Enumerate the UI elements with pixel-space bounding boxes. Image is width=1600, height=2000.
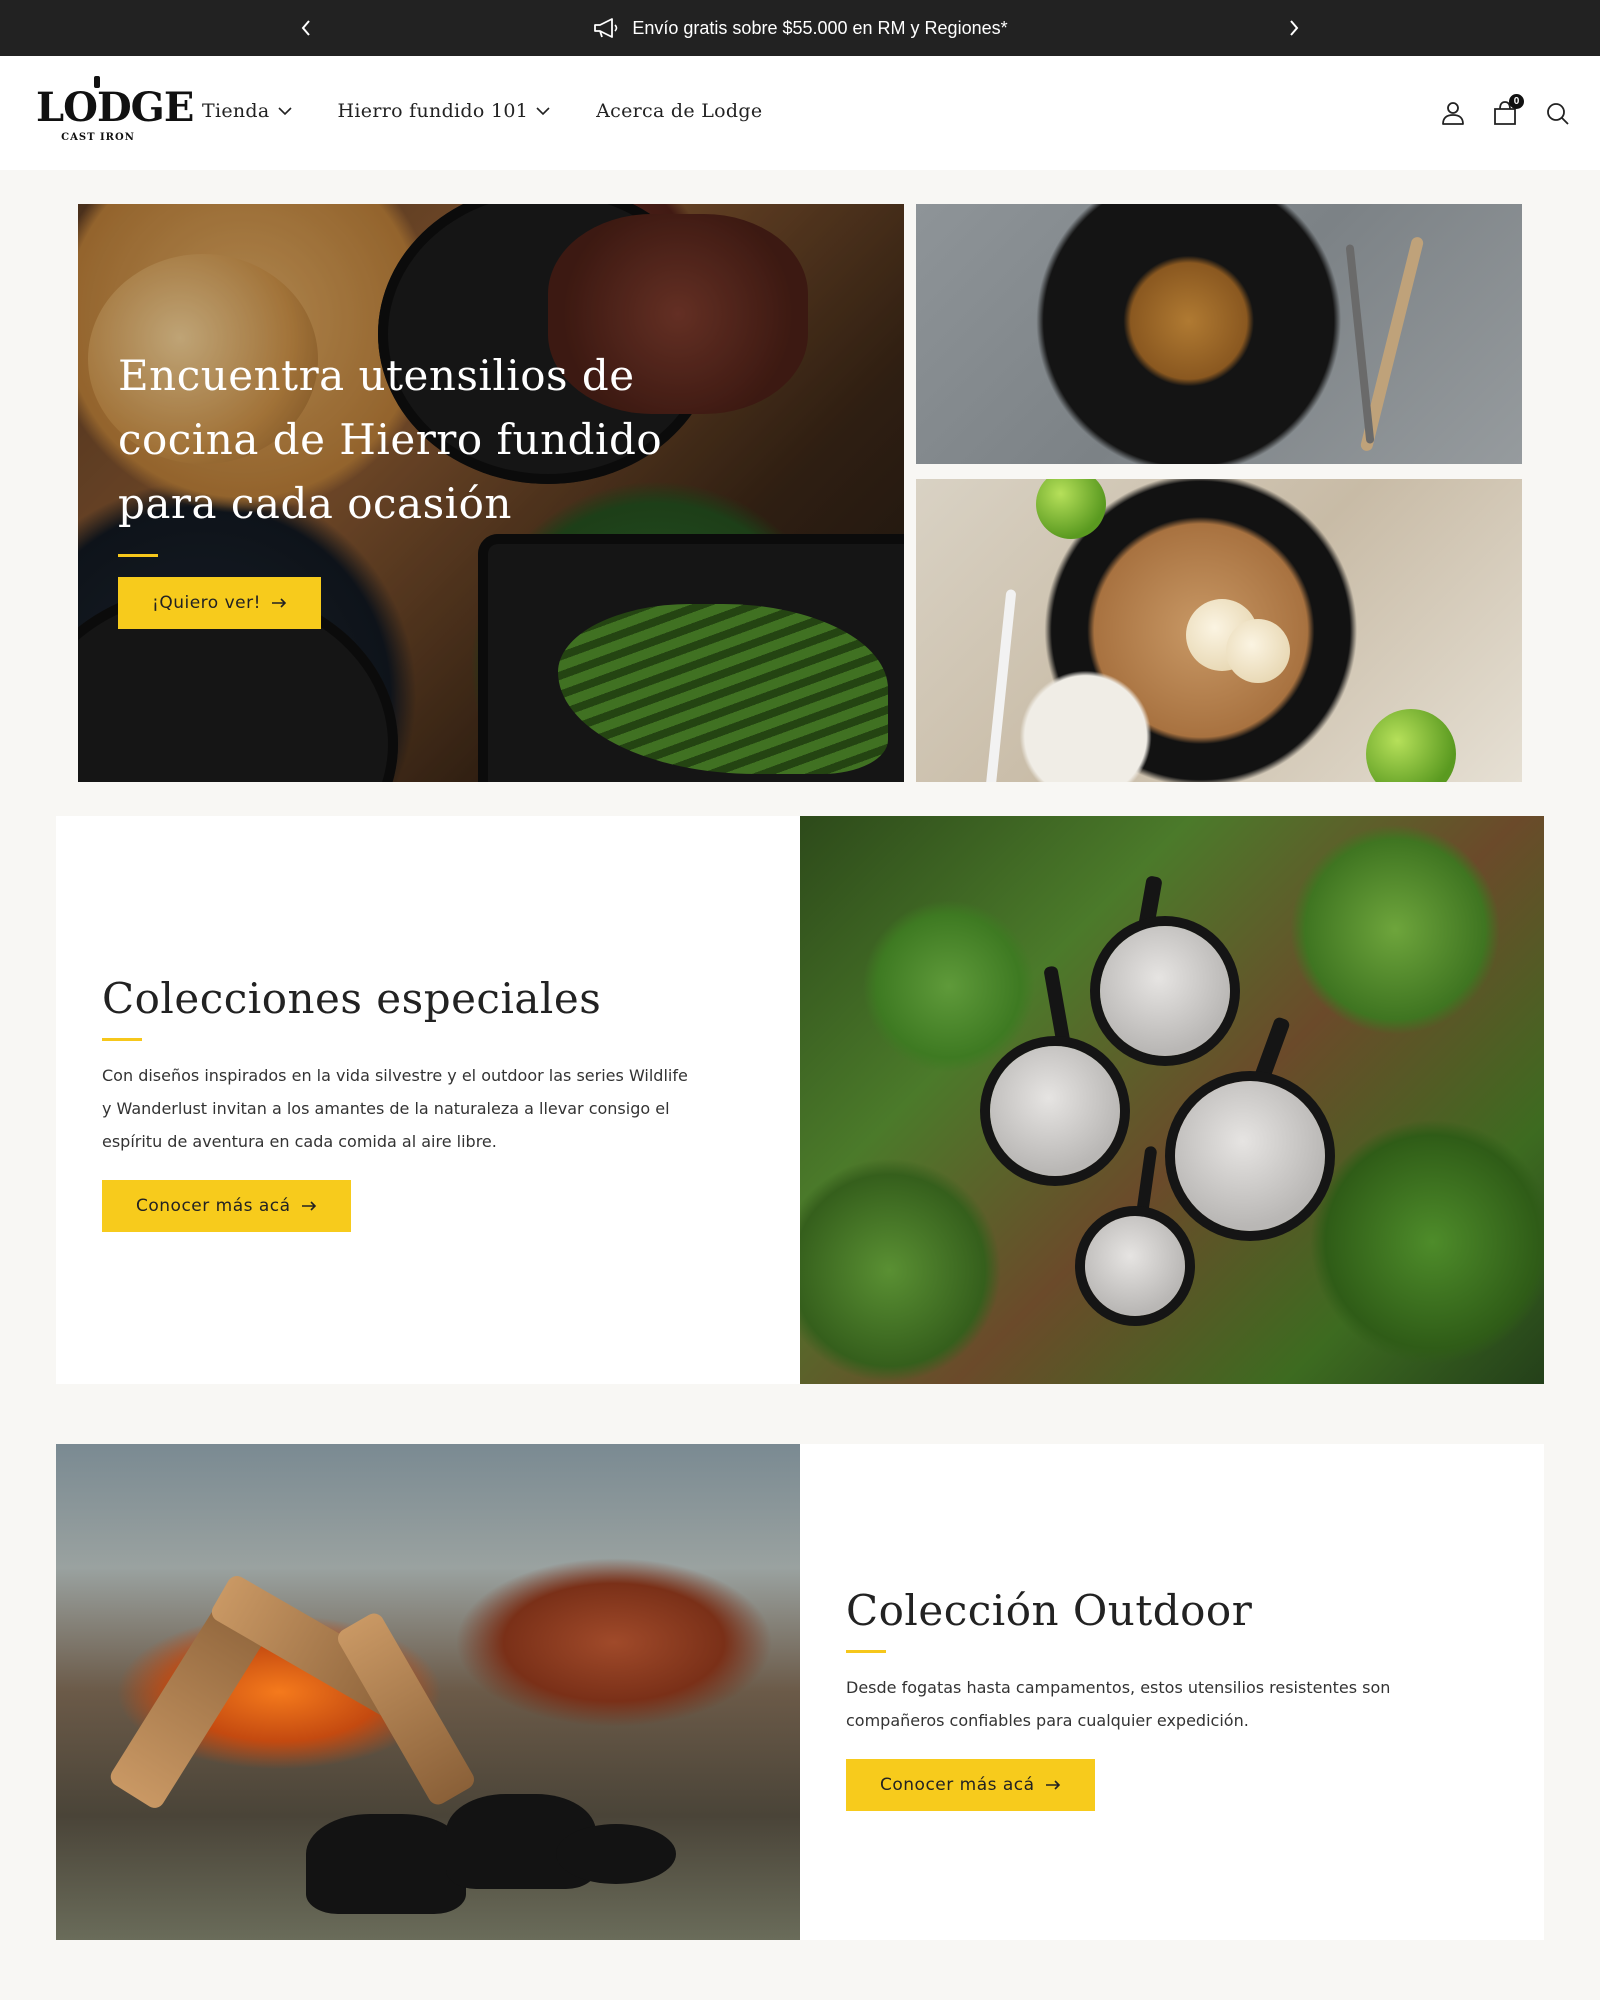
button-label: Conocer más acá — [880, 1775, 1035, 1795]
hero-image-chicken — [916, 204, 1522, 464]
green-apple-image — [1036, 479, 1106, 539]
announcement-next-button[interactable] — [1280, 14, 1308, 42]
chevron-right-icon — [1290, 20, 1299, 36]
special-collections-image — [800, 816, 1544, 1384]
nav-item-label: Tienda — [202, 100, 270, 122]
hero-content: Encuentra utensilios de cocina de Hierro… — [118, 344, 678, 629]
nav-item-hierro-fundido[interactable]: Hierro fundido 101 — [338, 100, 551, 122]
etched-skillet-mountains — [1175, 1081, 1325, 1231]
fork-image — [1345, 244, 1375, 444]
outdoor-collection-content: Colección Outdoor Desde fogatas hasta ca… — [846, 1584, 1446, 1811]
asparagus-image — [558, 604, 888, 774]
skillet-handle-image — [1043, 965, 1071, 1047]
user-icon — [1442, 102, 1464, 125]
nav-item-label: Hierro fundido 101 — [337, 100, 529, 122]
section-description: Desde fogatas hasta campamentos, estos u… — [846, 1678, 1391, 1730]
main-nav: Tienda Hierro fundido 101 Acerca de Lodg… — [202, 100, 808, 122]
button-label: ¡Quiero ver! — [152, 593, 261, 613]
section-description: Con diseños inspirados en la vida silves… — [102, 1066, 688, 1151]
hero-image-main: Encuentra utensilios de cocina de Hierro… — [78, 204, 904, 782]
button-label: Conocer más acá — [136, 1196, 291, 1216]
logo-wordmark: LODGE — [36, 84, 194, 131]
cart-button[interactable]: 0 — [1492, 94, 1524, 126]
special-collections-section: Colecciones especiales Con diseños inspi… — [56, 816, 800, 1384]
outdoor-collection-cta-button[interactable]: Conocer más acá — [846, 1759, 1095, 1811]
cart-count-badge: 0 — [1509, 94, 1524, 109]
announcement-message: Envío gratis sobre $55.000 en RM y Regio… — [592, 16, 1008, 40]
chevron-down-icon — [536, 107, 550, 116]
announcement-prev-button[interactable] — [292, 14, 320, 42]
skillet-handle-image — [1134, 1145, 1158, 1227]
arrow-right-icon — [271, 598, 287, 608]
outdoor-collection-section: Colección Outdoor Desde fogatas hasta ca… — [800, 1444, 1544, 1940]
ice-cream-scoop-image — [1226, 619, 1290, 683]
green-apple-image — [1366, 709, 1456, 782]
chevron-left-icon — [301, 20, 310, 36]
search-button[interactable] — [1544, 100, 1570, 126]
nav-item-tienda[interactable]: Tienda — [202, 100, 292, 122]
spoon-image — [985, 589, 1017, 782]
etched-skillet-camper — [1100, 926, 1230, 1056]
chevron-down-icon — [277, 107, 292, 116]
accent-divider — [118, 554, 158, 557]
section-title: Colección Outdoor — [846, 1586, 1253, 1635]
announcement-text: Envío gratis sobre $55.000 en RM y Regio… — [632, 17, 1008, 38]
announcement-bar: Envío gratis sobre $55.000 en RM y Regio… — [0, 0, 1600, 56]
search-icon — [1547, 103, 1569, 125]
hero-title: Encuentra utensilios de cocina de Hierro… — [118, 351, 663, 528]
outdoor-collection-image — [56, 1444, 800, 1940]
dutch-oven-image — [306, 1814, 466, 1914]
hero-cta-button[interactable]: ¡Quiero ver! — [118, 577, 321, 629]
special-collections-cta-button[interactable]: Conocer más acá — [102, 1180, 351, 1232]
account-button[interactable] — [1440, 100, 1466, 126]
nav-item-label: Acerca de Lodge — [596, 100, 763, 122]
etched-skillet-cabin — [990, 1046, 1120, 1176]
logo-subtext: CAST IRON — [61, 132, 135, 143]
firewood-log-image — [334, 1609, 478, 1809]
hero-banner: Encuentra utensilios de cocina de Hierro… — [78, 204, 1522, 782]
special-collections-content: Colecciones especiales Con diseños inspi… — [102, 972, 702, 1232]
header-actions: 0 — [1440, 94, 1570, 126]
arrow-right-icon — [1045, 1780, 1060, 1790]
megaphone-icon — [594, 18, 618, 38]
nav-item-acerca[interactable]: Acerca de Lodge — [596, 100, 762, 122]
accent-divider — [102, 1038, 142, 1041]
accent-divider — [846, 1650, 886, 1653]
etched-skillet-tent — [1085, 1216, 1185, 1316]
arrow-right-icon — [301, 1201, 316, 1211]
skillet-image — [556, 1824, 676, 1884]
lodge-logo[interactable]: LODGE CAST IRON — [36, 76, 194, 152]
section-title: Colecciones especiales — [102, 974, 602, 1023]
hero-image-crumble — [916, 479, 1522, 782]
site-header: LODGE CAST IRON Tienda Hierro fundido 10… — [0, 56, 1600, 170]
